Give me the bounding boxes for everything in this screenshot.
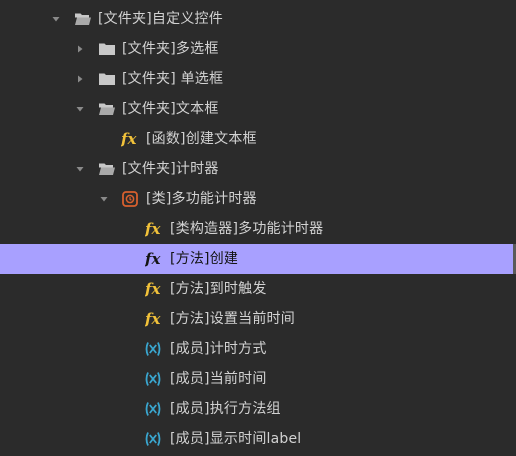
tree-item-label: [文件夹]计时器	[122, 161, 219, 177]
function-icon: fx	[145, 310, 161, 328]
folder-icon	[99, 73, 115, 85]
function-icon: fx	[145, 280, 161, 298]
tree-item-create-textbox-function[interactable]: fx [函数]创建文本框	[0, 124, 516, 154]
function-icon: fx	[145, 220, 161, 238]
tree-item-label: [成员]显示时间label	[170, 431, 302, 447]
tree-item-label: [文件夹]多选框	[122, 41, 219, 57]
tree-item-constructor[interactable]: fx [类构造器]多功能计时器	[0, 214, 516, 244]
tree-item-radio-folder[interactable]: [文件夹] 单选框	[0, 64, 516, 94]
chevron-right-icon[interactable]	[75, 44, 85, 54]
tree-item-label: [方法]到时触发	[170, 281, 267, 297]
tree-item-label: [成员]计时方式	[170, 341, 267, 357]
svg-text:fx: fx	[121, 130, 137, 148]
chevron-down-icon[interactable]	[99, 194, 109, 204]
class-icon	[122, 191, 138, 207]
tree-item-current-time-member[interactable]: [成员]当前时间	[0, 364, 516, 394]
svg-text:fx: fx	[145, 310, 161, 328]
tree-item-trigger-method[interactable]: fx [方法]到时触发	[0, 274, 516, 304]
tree-item-timer-folder[interactable]: [文件夹]计时器	[0, 154, 516, 184]
svg-text:fx: fx	[145, 280, 161, 298]
folder-open-icon	[99, 103, 115, 115]
tree-item-set-time-method[interactable]: fx [方法]设置当前时间	[0, 304, 516, 334]
svg-text:fx: fx	[145, 250, 161, 268]
tree-item-label: [方法]创建	[170, 251, 239, 267]
folder-icon	[99, 43, 115, 55]
tree-item-timing-mode-member[interactable]: [成员]计时方式	[0, 334, 516, 364]
svg-text:fx: fx	[145, 220, 161, 238]
member-icon	[145, 402, 161, 416]
tree-item-create-method[interactable]: fx [方法]创建	[0, 244, 516, 274]
tree-item-label: [成员]当前时间	[170, 371, 267, 387]
tree-item-label: [函数]创建文本框	[146, 131, 257, 147]
tree-item-label: [类]多功能计时器	[146, 191, 257, 207]
tree-item-label: [方法]设置当前时间	[170, 311, 295, 327]
chevron-down-icon[interactable]	[51, 14, 61, 24]
tree-item-display-label-member[interactable]: [成员]显示时间label	[0, 424, 516, 454]
tree-item-label: [文件夹] 单选框	[122, 71, 224, 87]
folder-open-icon	[75, 13, 91, 25]
function-icon: fx	[121, 130, 137, 148]
chevron-down-icon[interactable]	[75, 164, 85, 174]
tree-item-textbox-folder[interactable]: [文件夹]文本框	[0, 94, 516, 124]
tree-item-label: [文件夹]文本框	[122, 101, 219, 117]
tree-item-custom-controls[interactable]: [文件夹]自定义控件	[0, 4, 516, 34]
tree-item-checkbox-folder[interactable]: [文件夹]多选框	[0, 34, 516, 64]
folder-open-icon	[99, 163, 115, 175]
tree-item-label: [文件夹]自定义控件	[98, 11, 223, 27]
tree-item-method-group-member[interactable]: [成员]执行方法组	[0, 394, 516, 424]
member-icon	[145, 342, 161, 356]
function-icon: fx	[145, 250, 161, 268]
tree-item-label: [类构造器]多功能计时器	[170, 221, 324, 237]
member-icon	[145, 432, 161, 446]
project-tree: [文件夹]自定义控件 [文件夹]多选框 [文件夹] 单选框 [文件夹]文本框 f…	[0, 0, 516, 456]
tree-item-label: [成员]执行方法组	[170, 401, 281, 417]
tree-item-multi-timer-class[interactable]: [类]多功能计时器	[0, 184, 516, 214]
member-icon	[145, 372, 161, 386]
chevron-down-icon[interactable]	[75, 104, 85, 114]
chevron-right-icon[interactable]	[75, 74, 85, 84]
